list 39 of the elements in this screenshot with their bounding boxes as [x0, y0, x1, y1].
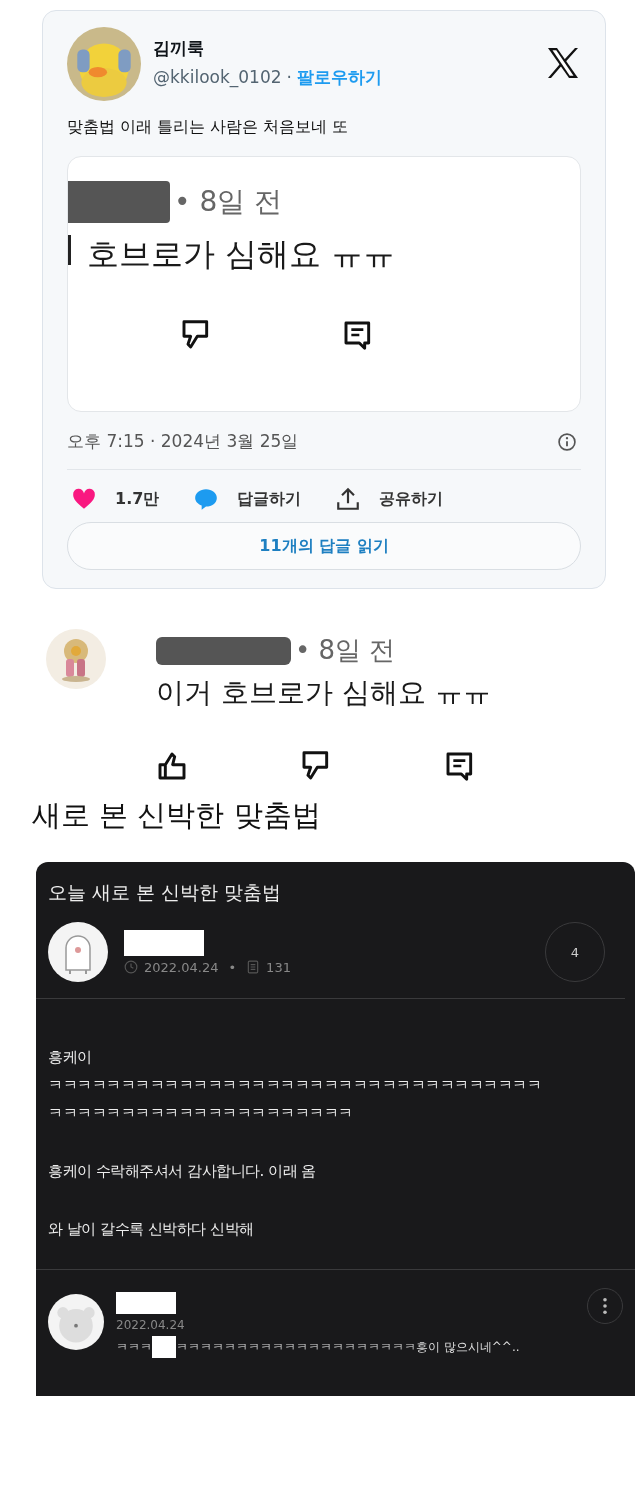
avatar-drawing [48, 922, 108, 982]
author-name: 김끼룩 [153, 37, 205, 60]
redaction-block [116, 1292, 176, 1314]
time-ago: • 8일 전 [174, 184, 283, 220]
comment-text: 호브로가 심해요 ㅠㅠ [87, 234, 396, 275]
post-date: 2022.04.24 [144, 959, 219, 975]
like-count: 1.7만 [115, 488, 160, 510]
post-text: ㅋㅋㅋㅋㅋㅋㅋㅋㅋㅋㅋㅋㅋㅋㅋㅋㅋㅋㅋㅋㅋ [48, 1103, 354, 1124]
read-replies-button[interactable]: 11개의 답글 읽기 [67, 522, 581, 570]
avatar-drawing [48, 1294, 104, 1350]
post-text: 흥케이 [48, 1047, 93, 1068]
post-text: 와 날이 갈수록 신박하다 신박해 [48, 1219, 255, 1240]
more-icon [602, 1297, 608, 1315]
comment-text: 이거 호브로가 심해요 ㅠㅠ [156, 675, 491, 711]
tweet-text: 맞춤법 이래 틀리는 사람은 처음보네 또 [67, 117, 350, 138]
reply-text: ㅋㅋㅋ [116, 1338, 152, 1356]
document-icon [246, 960, 261, 974]
share-icon [335, 486, 362, 512]
reply-link[interactable]: 답글하기 [237, 488, 302, 510]
separator: • [228, 959, 237, 975]
share-link[interactable]: 공유하기 [379, 488, 444, 510]
timestamp: 오후 7:15 · 2024년 3월 25일 [67, 430, 299, 453]
post-text: 흥케이 수락해주셔서 감사합니다. 이래 옴 [48, 1161, 317, 1182]
post-title: 오늘 새로 본 신박한 맞춤법 [47, 880, 283, 905]
redaction-block [152, 1336, 176, 1358]
info-icon [557, 431, 577, 452]
speech-bubble-icon [193, 486, 220, 512]
separator: · [286, 67, 292, 87]
author-handle: @kkilook_0102 [153, 67, 282, 87]
reply-text: ㅋㅋㅋㅋㅋㅋㅋㅋㅋㅋㅋㅋㅋㅋㅋㅋㅋㅋㅋㅋ흥이 많으시네^^.. [176, 1338, 520, 1356]
view-count: 131 [266, 959, 291, 975]
reply-date: 2022.04.24 [116, 1318, 186, 1332]
clock-icon [124, 960, 138, 974]
time-ago: • 8일 전 [295, 634, 396, 667]
thumbs-up-icon [156, 750, 188, 782]
letter-fragment [68, 235, 71, 265]
caption-text: 새로 본 신박한 맞춤법 [31, 797, 322, 834]
post-text: ㅋㅋㅋㅋㅋㅋㅋㅋㅋㅋㅋㅋㅋㅋㅋㅋㅋㅋㅋㅋㅋㅋㅋㅋㅋㅋㅋㅋㅋㅋㅋㅋㅋㅋ [48, 1075, 542, 1096]
x-logo-icon [545, 45, 581, 81]
